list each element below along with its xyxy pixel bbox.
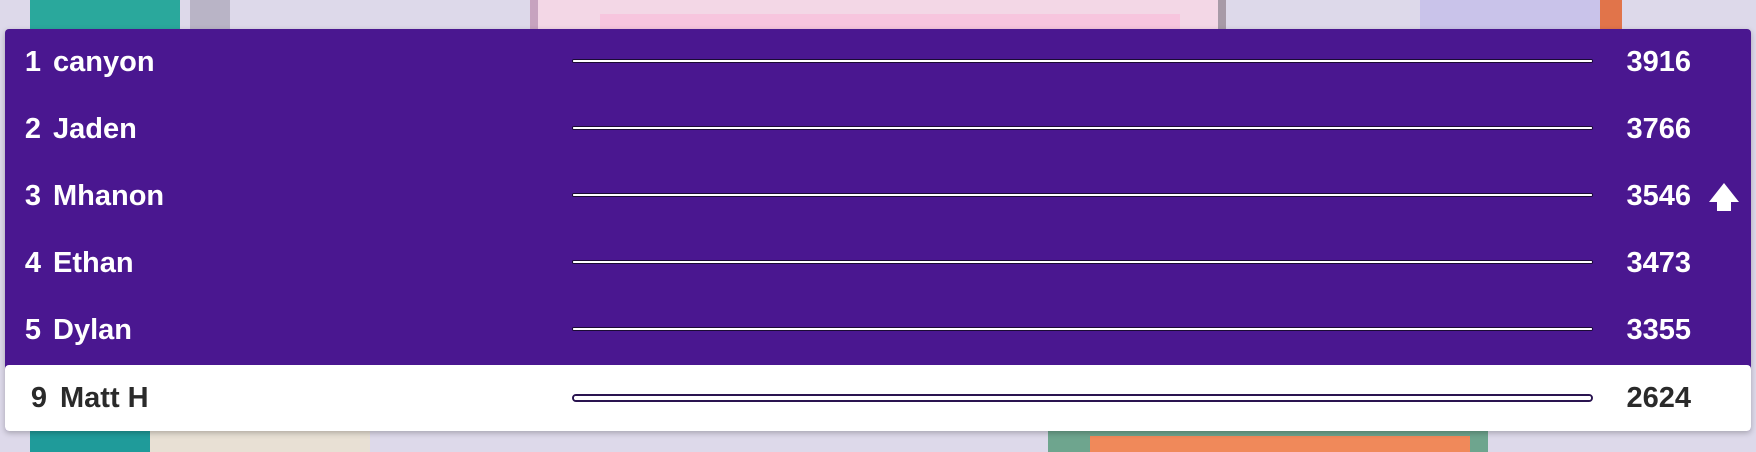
player-name: Mhanon bbox=[53, 180, 165, 212]
score-progress-bar bbox=[572, 59, 1593, 63]
score-progress-bar bbox=[572, 193, 1593, 197]
leaderboard-row: 1 canyon 3916 bbox=[5, 29, 1751, 96]
player-score: 3766 bbox=[1626, 113, 1691, 145]
background-scenery bbox=[1600, 0, 1622, 30]
score-progress-fill bbox=[573, 261, 1592, 263]
up-arrow-icon bbox=[1709, 183, 1739, 211]
score-progress-bar bbox=[572, 394, 1593, 402]
current-player-row: 9 Matt H 2624 bbox=[5, 365, 1751, 431]
score-progress-fill bbox=[574, 396, 1591, 400]
background-scenery bbox=[30, 0, 180, 30]
leaderboard-panel: 1 canyon 3916 2 Jaden 3766 3 Mhanon 3546… bbox=[5, 29, 1751, 431]
score-progress-bar bbox=[572, 327, 1593, 331]
rank-number: 3 bbox=[24, 180, 41, 212]
player-score: 3916 bbox=[1626, 46, 1691, 78]
score-progress-fill bbox=[573, 194, 1592, 196]
player-name: Ethan bbox=[53, 247, 134, 279]
score-progress-fill bbox=[573, 127, 1592, 129]
rank-number: 9 bbox=[30, 382, 47, 414]
rank-number: 2 bbox=[24, 113, 41, 145]
background-scenery bbox=[190, 0, 230, 30]
leaderboard-row: 2 Jaden 3766 bbox=[5, 96, 1751, 163]
player-score: 3546 bbox=[1626, 180, 1691, 212]
score-progress-fill bbox=[573, 60, 1592, 62]
player-score: 3355 bbox=[1626, 314, 1691, 346]
rank-number: 4 bbox=[24, 247, 41, 279]
score-progress-bar bbox=[572, 260, 1593, 264]
score-progress-bar bbox=[572, 126, 1593, 130]
leaderboard-row: 4 Ethan 3473 bbox=[5, 230, 1751, 297]
rank-number: 1 bbox=[24, 46, 41, 78]
score-progress-fill bbox=[573, 328, 1592, 330]
background-scenery bbox=[1090, 436, 1470, 452]
leaderboard-row: 3 Mhanon 3546 bbox=[5, 163, 1751, 230]
player-name: Dylan bbox=[53, 314, 132, 346]
player-name: Matt H bbox=[60, 382, 149, 414]
background-scenery bbox=[1420, 0, 1610, 30]
player-name: Jaden bbox=[53, 113, 137, 145]
player-name: canyon bbox=[53, 46, 155, 78]
player-score: 2624 bbox=[1626, 382, 1691, 414]
player-score: 3473 bbox=[1626, 247, 1691, 279]
rank-number: 5 bbox=[24, 314, 41, 346]
leaderboard-row: 5 Dylan 3355 bbox=[5, 297, 1751, 364]
background-scenery bbox=[600, 14, 1180, 30]
